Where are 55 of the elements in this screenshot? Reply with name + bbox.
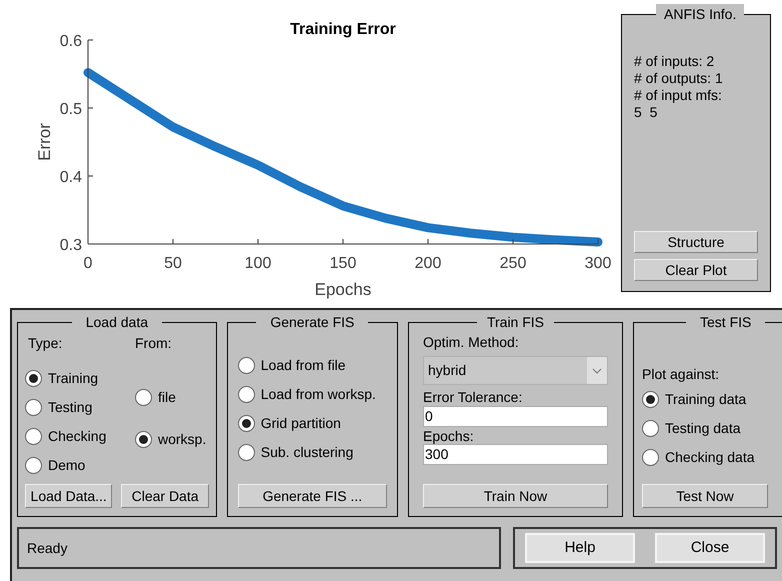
- tick-label: 0.6: [60, 33, 82, 50]
- epochs-field[interactable]: 300: [423, 444, 608, 465]
- radio-button[interactable]: Training data: [642, 389, 774, 409]
- radio-button[interactable]: worksp.: [135, 429, 206, 449]
- type-label: Type:: [28, 334, 64, 353]
- from-label: From:: [135, 334, 173, 353]
- radio-button[interactable]: Training: [25, 368, 135, 388]
- method-label: Optim. Method:: [423, 333, 520, 351]
- load-data-button[interactable]: Clear Data: [121, 484, 209, 508]
- tick-label: 0: [84, 255, 92, 272]
- test-button[interactable]: Test Now: [642, 484, 768, 508]
- tick-label: 150: [330, 255, 356, 272]
- panel-button[interactable]: Clear Plot: [634, 259, 758, 281]
- load-data-button[interactable]: Load Data...: [25, 484, 112, 508]
- radio-button[interactable]: Checking: [25, 426, 135, 446]
- info-text: # of inputs: 2: [634, 53, 716, 70]
- radio-button[interactable]: Checking data: [642, 447, 774, 467]
- tick-label: 0.5: [60, 101, 82, 118]
- train-button[interactable]: Train Now: [423, 484, 608, 508]
- tick-label: 250: [500, 255, 526, 272]
- status-text: Ready: [27, 538, 68, 558]
- plot-against-label: Plot against:: [642, 365, 720, 383]
- tick-label: 50: [164, 255, 182, 272]
- radio-button[interactable]: Testing: [25, 397, 135, 417]
- radio-button[interactable]: Sub. clustering: [238, 442, 387, 462]
- group-title: Generate FIS: [269, 313, 356, 332]
- tick-label: 300: [584, 255, 612, 272]
- tick-label: 100: [244, 255, 272, 272]
- info-text: 5 5: [634, 104, 658, 121]
- chart-title: Training Error: [290, 21, 396, 38]
- generate-button[interactable]: Generate FIS ...: [238, 484, 387, 508]
- radio-button[interactable]: Testing data: [642, 418, 774, 438]
- tick-label: 0.3: [60, 237, 82, 254]
- tick-label: 200: [414, 255, 442, 272]
- info-text: # of outputs: 1: [634, 70, 724, 87]
- method-dropdown[interactable]: hybrid: [423, 356, 608, 385]
- axis-label: Epochs: [314, 280, 372, 299]
- chevron-down-icon: [592, 368, 602, 374]
- radio-button[interactable]: Load from file: [238, 355, 387, 375]
- dialog-button[interactable]: Close: [655, 533, 765, 563]
- info-text: # of input mfs:: [634, 87, 723, 104]
- panel-button[interactable]: Structure: [634, 231, 758, 253]
- tick-label: 0.4: [60, 169, 82, 186]
- radio-button[interactable]: Demo: [25, 455, 135, 475]
- epochs-label: Epochs:: [423, 428, 475, 444]
- group-title: Test FIS: [699, 313, 752, 332]
- radio-button[interactable]: file: [135, 387, 206, 407]
- tolerance-label: Error Tolerance:: [423, 388, 524, 406]
- tolerance-field[interactable]: 0: [423, 406, 608, 427]
- group-title: Train FIS: [486, 313, 546, 332]
- group-title: Load data: [84, 313, 150, 332]
- dialog-button[interactable]: Help: [525, 533, 635, 563]
- radio-button[interactable]: Load from worksp.: [238, 384, 387, 404]
- radio-button[interactable]: Grid partition: [238, 413, 387, 433]
- axis-label: Error: [35, 123, 54, 161]
